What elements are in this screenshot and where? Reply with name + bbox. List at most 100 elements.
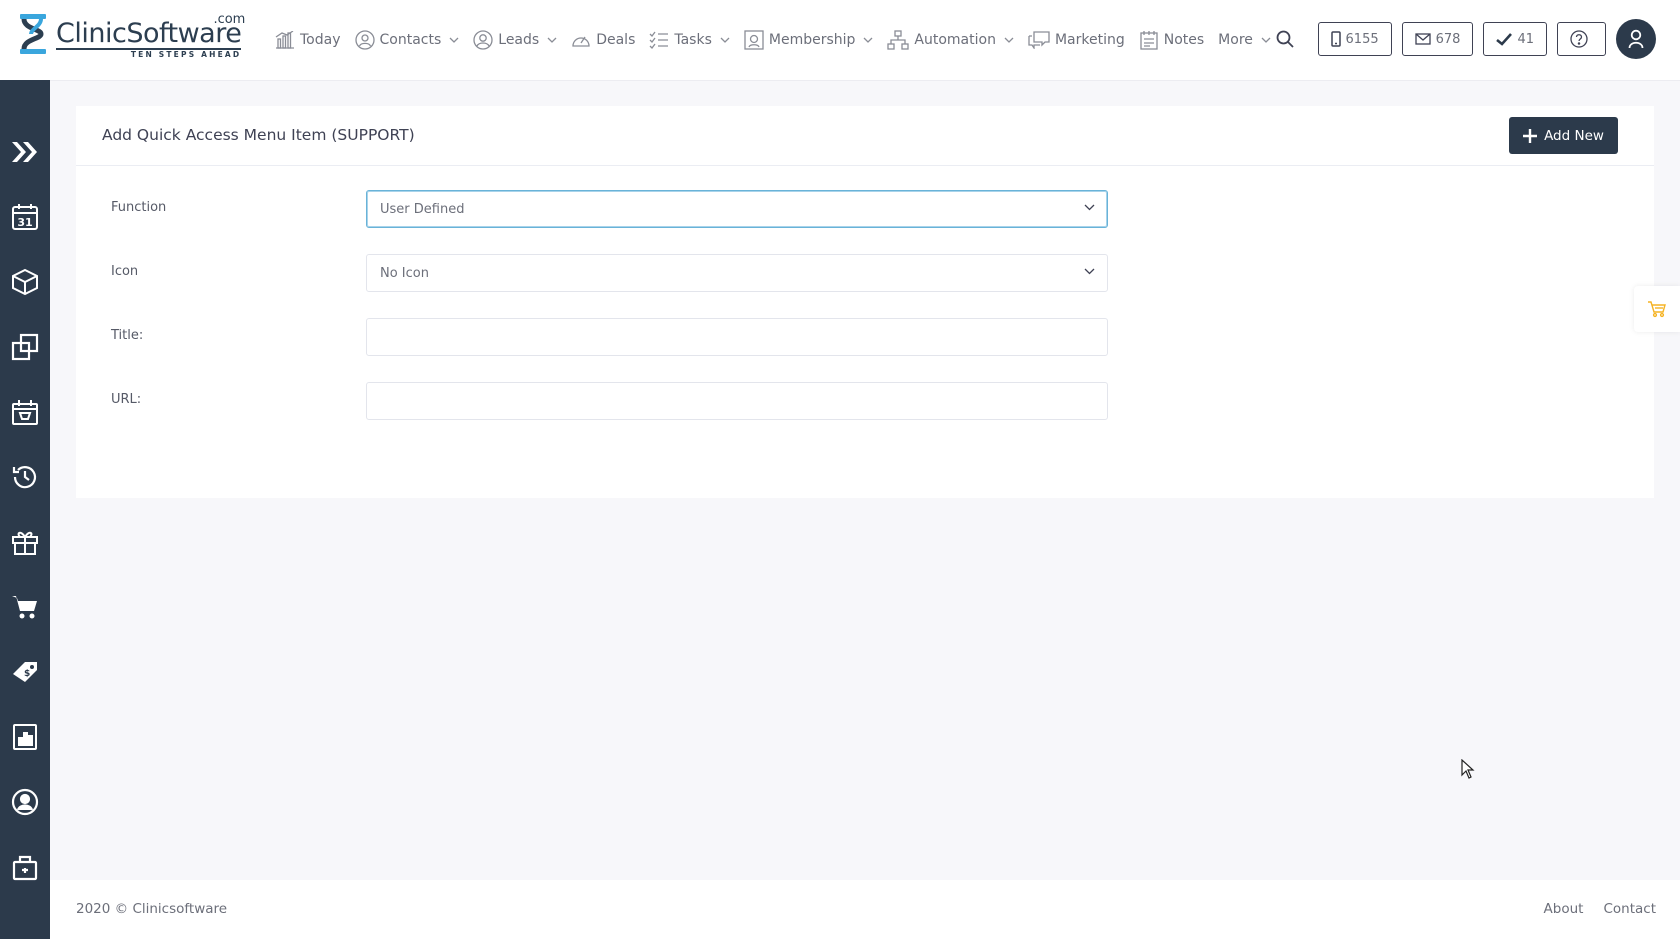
mobile-phone-icon — [1330, 31, 1341, 47]
chevron-down-icon — [1084, 268, 1095, 275]
footer-link-about[interactable]: About — [1544, 901, 1584, 917]
add-new-label: Add New — [1544, 127, 1604, 144]
help-button[interactable] — [1557, 22, 1606, 56]
basket-calendar-icon — [12, 400, 38, 425]
nav-marketing[interactable]: Marketing — [1021, 0, 1132, 80]
form-row-function: Function User Defined — [76, 190, 1654, 228]
mouse-pointer-icon — [1461, 758, 1475, 783]
sidebar-item-security[interactable] — [0, 844, 50, 890]
email-count: 678 — [1435, 31, 1461, 47]
quick-access-form-card: Add Quick Access Menu Item (SUPPORT) Add… — [76, 106, 1654, 498]
search-button[interactable] — [1270, 24, 1300, 54]
cube-icon — [12, 268, 38, 296]
sms-counter-button[interactable]: 6155 — [1317, 22, 1392, 56]
hierarchy-icon — [887, 30, 910, 50]
gift-icon — [12, 531, 38, 555]
nav-contacts[interactable]: Contacts — [348, 0, 467, 80]
brand-suffix: .com — [213, 12, 246, 27]
nav-notes[interactable]: Notes — [1132, 0, 1211, 80]
nav-contacts-label: Contacts — [379, 32, 442, 48]
contacts-icon — [354, 30, 375, 50]
nav-more[interactable]: More — [1211, 0, 1278, 80]
url-label: URL: — [111, 392, 142, 407]
plus-icon — [1523, 128, 1538, 143]
nav-automation[interactable]: Automation — [880, 0, 1021, 80]
icon-select[interactable]: No Icon — [366, 254, 1108, 292]
floating-cart-button[interactable] — [1634, 286, 1680, 332]
nav-automation-label: Automation — [914, 32, 996, 48]
tasks-count: 41 — [1517, 31, 1534, 47]
nav-membership-label: Membership — [768, 32, 856, 48]
nav-leads[interactable]: Leads — [466, 0, 564, 80]
function-select[interactable]: User Defined — [366, 190, 1108, 228]
chevron-down-icon — [720, 37, 730, 43]
footer-link-contact[interactable]: Contact — [1603, 901, 1656, 917]
email-counter-button[interactable]: 678 — [1401, 22, 1474, 56]
chevron-down-icon — [1084, 204, 1095, 211]
chevron-down-icon — [449, 37, 459, 43]
nav-membership[interactable]: Membership — [737, 0, 881, 80]
footer-links: About Contact — [1524, 901, 1656, 917]
lock-bag-icon — [12, 855, 38, 881]
user-avatar[interactable] — [1616, 19, 1656, 59]
hourglass-logo-icon — [14, 12, 52, 54]
sidebar-item-reports[interactable] — [0, 714, 50, 760]
nav-deals[interactable]: Deals — [564, 0, 642, 80]
chevron-down-icon — [547, 37, 557, 43]
nav-tasks[interactable]: Tasks — [642, 0, 737, 80]
chart-bars-icon — [275, 31, 294, 49]
gauge-icon — [572, 36, 590, 47]
sidebar-expand-button[interactable] — [0, 129, 50, 175]
title-label: Title: — [111, 328, 144, 343]
chat-bubbles-icon — [1028, 31, 1050, 49]
user-circle-icon — [11, 788, 39, 816]
footer-copyright: 2020 © Clinicsoftware — [76, 901, 228, 917]
title-input[interactable] — [366, 318, 1108, 356]
card-header: Add Quick Access Menu Item (SUPPORT) Add… — [76, 106, 1654, 166]
sidebar-item-users[interactable] — [0, 779, 50, 825]
checkmark-icon — [1496, 32, 1513, 46]
help-circle-icon — [1570, 30, 1588, 48]
brand-logo[interactable]: ClinicSoftware .com TEN STEPS AHEAD — [14, 12, 246, 60]
nav-notes-label: Notes — [1163, 32, 1205, 48]
form-row-icon: Icon No Icon — [76, 254, 1654, 292]
page-footer: 2020 © Clinicsoftware About Contact — [50, 880, 1680, 939]
price-tag-icon: $ — [13, 662, 37, 682]
sidebar-item-products[interactable] — [0, 259, 50, 305]
checklist-icon — [649, 31, 669, 49]
sms-count: 6155 — [1345, 31, 1379, 47]
sidebar-item-shop[interactable] — [0, 584, 50, 630]
shopping-cart-icon — [12, 596, 37, 619]
nav-marketing-label: Marketing — [1054, 32, 1125, 48]
left-sidebar: 31 $ — [0, 80, 50, 939]
add-new-button[interactable]: Add New — [1509, 117, 1618, 154]
nav-deals-label: Deals — [596, 32, 636, 48]
tasks-counter-button[interactable]: 41 — [1483, 22, 1547, 56]
double-chevron-right-icon — [12, 142, 37, 162]
sidebar-item-gifts[interactable] — [0, 519, 50, 565]
sidebar-item-history[interactable] — [0, 454, 50, 500]
report-chart-icon — [13, 724, 37, 750]
top-navbar: ClinicSoftware .com TEN STEPS AHEAD Toda… — [0, 0, 1680, 80]
form-row-title: Title: — [76, 318, 1654, 356]
form-row-url: URL: — [76, 382, 1654, 420]
shopping-cart-icon — [1648, 301, 1666, 318]
sidebar-item-pricing[interactable]: $ — [0, 649, 50, 695]
sidebar-item-basket[interactable] — [0, 389, 50, 435]
main-nav: Today Contacts Leads Deals Tasks Members… — [268, 0, 1278, 80]
function-label: Function — [111, 200, 167, 215]
url-input[interactable] — [366, 382, 1108, 420]
nav-more-label: More — [1218, 32, 1253, 48]
sidebar-item-copy[interactable] — [0, 324, 50, 370]
nav-today[interactable]: Today — [268, 0, 348, 80]
function-select-value: User Defined — [380, 201, 465, 217]
svg-text:31: 31 — [17, 216, 32, 229]
icon-label: Icon — [111, 264, 139, 279]
icon-select-value: No Icon — [380, 265, 429, 281]
nav-today-label: Today — [300, 32, 341, 48]
user-silhouette-icon — [1628, 29, 1644, 49]
history-icon — [12, 466, 37, 489]
notes-icon — [1140, 31, 1158, 50]
nav-leads-label: Leads — [498, 32, 540, 48]
sidebar-item-calendar[interactable]: 31 — [0, 194, 50, 240]
